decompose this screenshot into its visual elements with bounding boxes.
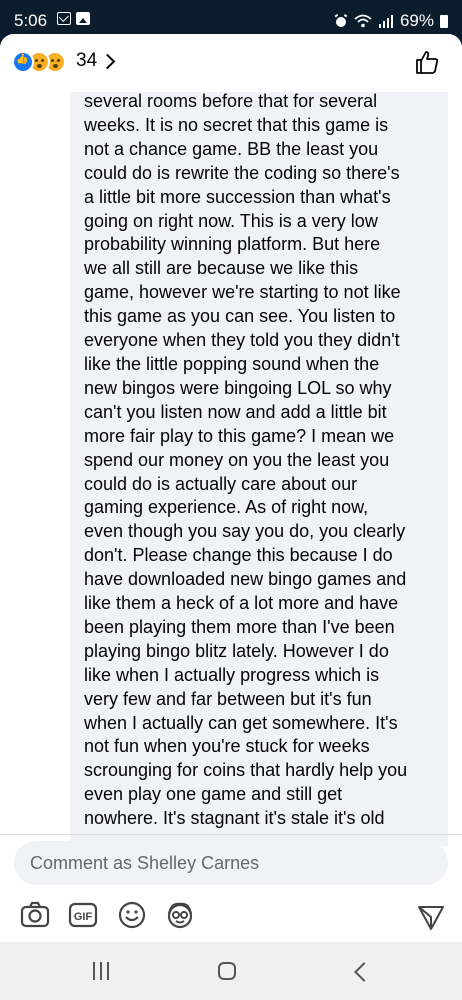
camera-icon[interactable] xyxy=(20,900,50,930)
gif-label: GIF xyxy=(74,911,93,923)
comment-bubble: several rooms before that for several we… xyxy=(70,86,448,846)
comment-text: several rooms before that for several we… xyxy=(84,91,408,829)
recents-icon[interactable] xyxy=(90,960,112,982)
thumbs-up-icon[interactable] xyxy=(414,49,440,75)
emoji-icon[interactable] xyxy=(117,900,147,930)
reactions-header: 34 xyxy=(0,34,462,92)
status-left-icons xyxy=(57,12,90,25)
back-icon[interactable] xyxy=(352,960,374,982)
wifi-icon xyxy=(354,14,372,28)
signal-icon xyxy=(378,15,393,28)
like-reaction-icon xyxy=(12,51,34,73)
send-icon[interactable] xyxy=(416,902,446,932)
reactions-summary[interactable] xyxy=(12,51,66,73)
photo-icon xyxy=(76,12,90,25)
battery-icon xyxy=(440,14,448,28)
system-nav-bar xyxy=(0,942,462,1000)
divider xyxy=(0,834,462,835)
status-time: 5:06 xyxy=(14,11,48,30)
comment-input-placeholder: Comment as Shelley Carnes xyxy=(30,852,260,873)
comments-sheet: 34 several rooms before that for several… xyxy=(0,34,462,942)
avatar-sticker-icon[interactable] xyxy=(165,900,195,930)
gif-icon[interactable]: GIF xyxy=(68,900,98,930)
status-right-icons: 69% xyxy=(334,11,448,31)
chevron-right-icon[interactable] xyxy=(99,53,116,70)
comment-input[interactable]: Comment as Shelley Carnes xyxy=(14,841,448,885)
alarm-icon xyxy=(334,14,348,27)
reaction-count[interactable]: 34 xyxy=(76,50,97,72)
gmail-icon xyxy=(57,12,71,25)
home-icon[interactable] xyxy=(218,960,240,982)
battery-percent: 69% xyxy=(399,11,434,30)
composer-toolbar: GIF xyxy=(0,896,462,936)
screen: 5:06 69% 👍 34 several rooms before that … xyxy=(0,0,462,1000)
